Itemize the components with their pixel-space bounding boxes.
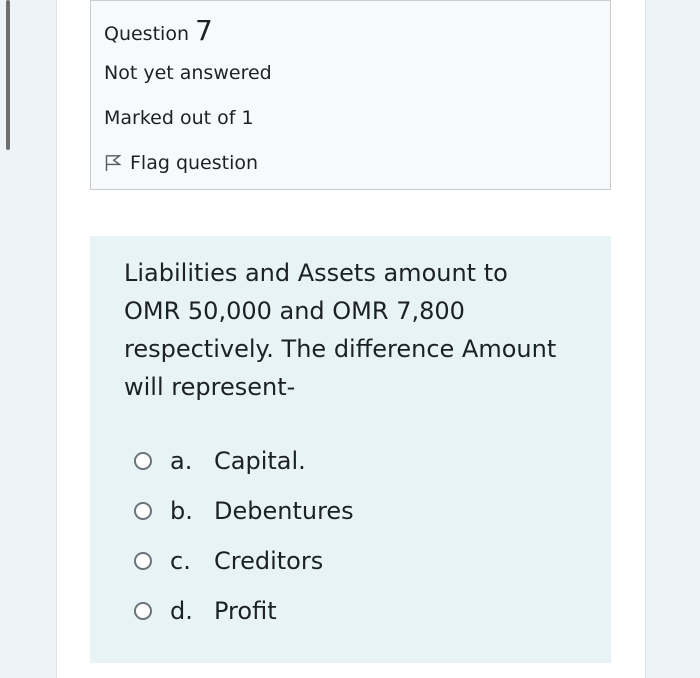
answer-text: Creditors [214, 547, 324, 575]
question-state: Not yet answered [104, 62, 272, 84]
radio-button-c[interactable] [134, 552, 152, 570]
flag-question-label: Flag question [130, 152, 259, 174]
question-content-box: Liabilities and Assets amount to OMR 50,… [90, 236, 611, 663]
answer-option-b[interactable]: b. Debentures [134, 486, 354, 536]
answer-list: a. Capital. b. Debentures c. Creditors d… [134, 436, 354, 636]
answer-letter: d. [170, 597, 193, 625]
question-text: Liabilities and Assets amount to OMR 50,… [124, 259, 557, 401]
question-grade: Marked out of 1 [104, 107, 254, 129]
question-number: 7 [195, 14, 213, 47]
answer-option-c[interactable]: c. Creditors [134, 536, 354, 586]
question-prefix: Question [104, 23, 189, 45]
answer-option-d[interactable]: d. Profit [134, 586, 354, 636]
answer-option-a[interactable]: a. Capital. [134, 436, 354, 486]
scroll-indicator[interactable] [6, 0, 10, 150]
answer-letter: b. [170, 497, 193, 525]
answer-letter: a. [170, 447, 193, 475]
flag-icon [105, 155, 122, 171]
question-title: Question 7 [104, 9, 213, 56]
answer-text: Debentures [214, 497, 354, 525]
radio-button-d[interactable] [134, 602, 152, 620]
answer-text: Profit [214, 597, 277, 625]
question-info-box: Question 7 Not yet answered Marked out o… [90, 0, 611, 190]
answer-text: Capital. [214, 447, 306, 475]
radio-button-a[interactable] [134, 452, 152, 470]
flag-question-button[interactable]: Flag question [104, 150, 258, 176]
answer-letter: c. [170, 547, 191, 575]
radio-button-b[interactable] [134, 502, 152, 520]
